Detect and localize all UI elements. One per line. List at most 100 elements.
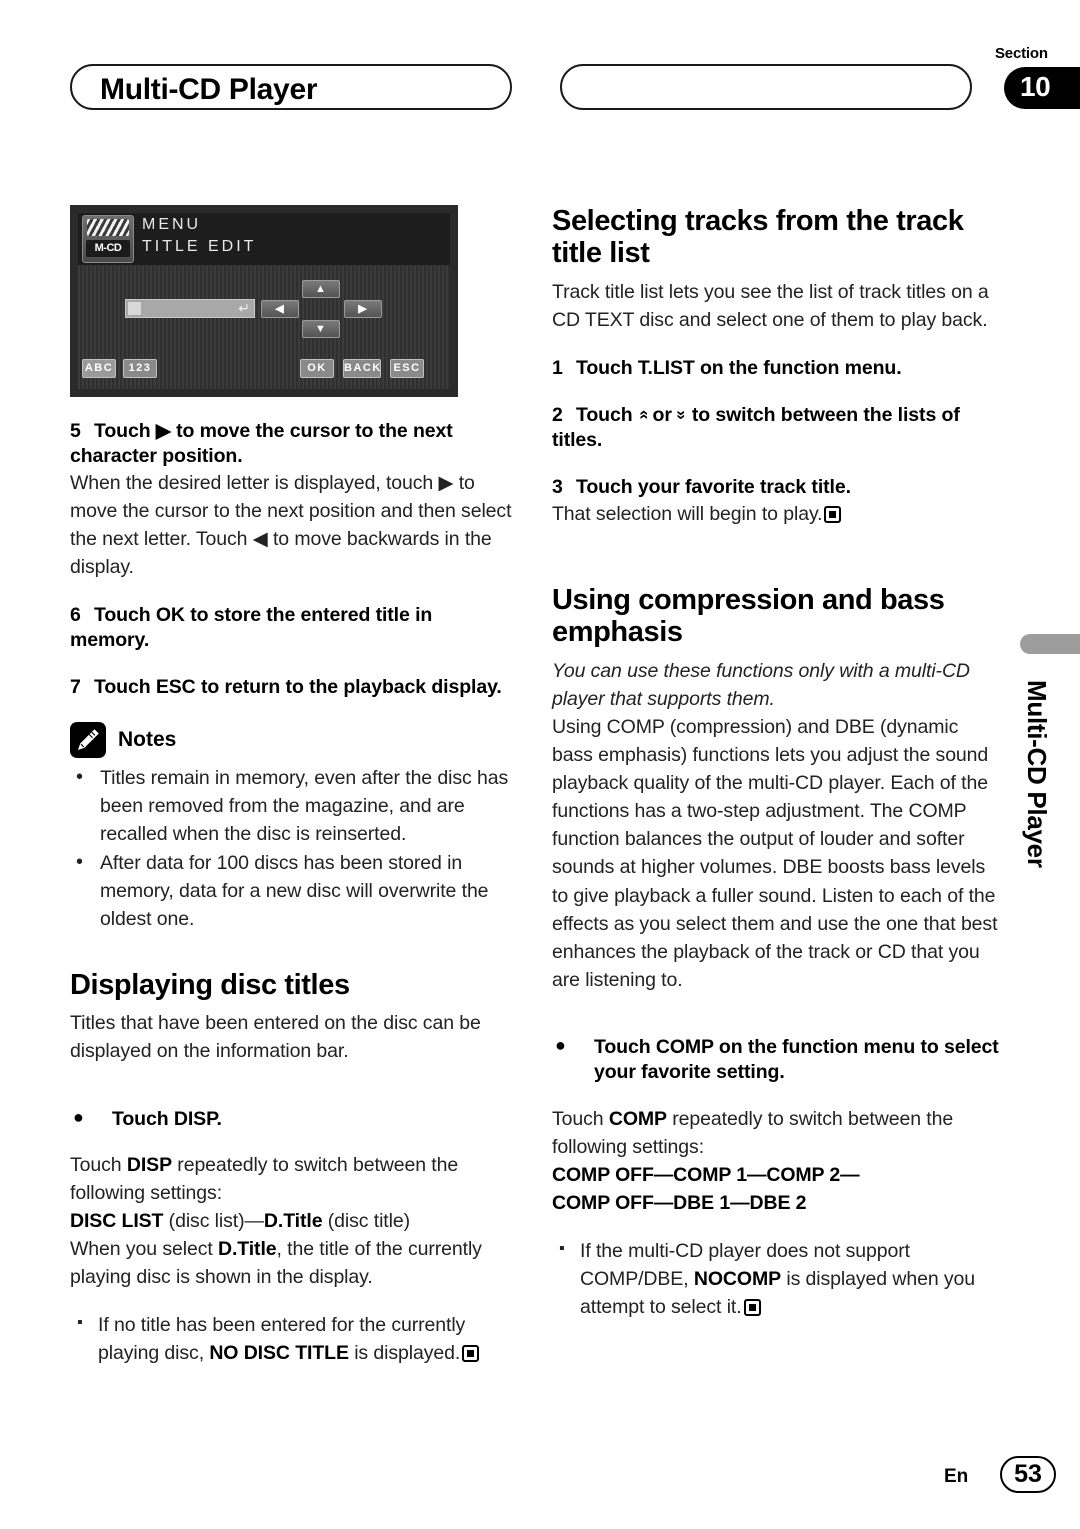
side-tab-bar [1020,634,1080,654]
rc-step-3-body: That selection will begin to play. [552,500,1000,528]
rc-step-3-number: 3 [552,475,563,498]
section-label: Section [995,45,1048,62]
lcd-logo-label: M-CD [86,240,130,257]
lcd-cursor [128,302,141,315]
multi-cd-logo-icon: M-CD [82,215,134,263]
running-head-pill [560,64,972,110]
no-disc-text-b: is displayed. [348,1342,461,1365]
end-of-section-mark [462,1345,480,1363]
lcd-top-bar: M-CD MENU TITLE EDIT [78,213,450,265]
disc-list-plain-a: (disc list)— [163,1210,264,1233]
d-title-explanation: When you select D.Title, the title of th… [70,1235,512,1291]
play-right-icon: ▶ [438,471,454,494]
notes-list: Titles remain in memory, even after the … [70,763,512,933]
compression-heading: Using compression and bass emphasis [552,583,945,649]
disc-list-settings: DISC LIST (disc list)—D.Title (disc titl… [70,1207,512,1235]
lcd-esc-button[interactable]: ESC [390,359,424,378]
nocomp-note: If the multi-CD player does not support … [552,1237,1000,1321]
lcd-menu-label: MENU [142,216,202,233]
rc-step-3-body-text: That selection will begin to play. [552,502,823,525]
play-left-icon: ◀ [252,528,268,551]
chapter-title-pill: Multi-CD Player [70,64,512,110]
touch-disp-step: Touch DISP. [70,1106,512,1132]
enter-icon: ↵ [238,300,250,316]
step-5-number: 5 [70,420,81,442]
rc-step-1-title: 1 Touch T.LIST on the function menu. [552,356,1000,381]
lcd-123-button[interactable]: 123 [123,359,157,378]
displaying-disc-titles-heading: Displaying disc titles [70,968,350,1001]
touch-comp-body: Touch COMP repeatedly to switch between … [552,1105,1000,1161]
page-number: 53 [1000,1456,1056,1493]
notes-header: Notes [70,722,512,759]
d-title-keyword-2: D.Title [217,1238,277,1261]
disp-text-a: Touch [70,1154,127,1177]
comp-text-a: Touch [552,1107,609,1130]
left-column: M-CD MENU TITLE EDIT ↵ ◀ ▶ ▲ ▼ ABC 123 O… [70,205,512,1387]
rc-step-2-number: 2 [552,404,563,427]
right-column: Selecting tracks from the track title li… [552,205,1000,1340]
nocomp-keyword: NOCOMP [693,1267,782,1290]
comp-settings-line-1: COMP OFF—COMP 1—COMP 2— [552,1163,860,1186]
notes-label: Notes [118,728,177,752]
chapter-title: Multi-CD Player [100,73,318,106]
list-item: After data for 100 discs has been stored… [70,848,512,933]
rc-step-2-title: 2 Touch » or » to switch between the list… [552,403,1000,453]
disc-list-keyword: DISC LIST [70,1210,164,1233]
rc-step-3-text: Touch your favorite track title. [576,475,851,498]
double-chevron-down-icon: » [672,410,692,420]
lcd-arrow-right-button[interactable]: ▶ [344,300,382,318]
lcd-abc-button[interactable]: ABC [82,359,116,378]
lcd-arrow-left-button[interactable]: ◀ [261,300,299,318]
lcd-arrow-down-button[interactable]: ▼ [302,320,340,338]
d-title-text-a: When you select [70,1238,218,1261]
step-5-body-a: When the desired letter is displayed, to… [70,471,439,494]
no-disc-title-keyword: NO DISC TITLE [209,1342,349,1365]
selecting-tracks-heading: Selecting tracks from the track title li… [552,205,964,270]
step-6-title: 6 Touch OK to store the entered title in … [70,603,512,653]
double-chevron-up-icon: » [632,410,652,420]
lcd-back-button[interactable]: BACK [343,359,381,378]
pencil-icon [70,722,106,759]
step-6-number: 6 [70,604,81,627]
comp-keyword: COMP [608,1107,667,1130]
disp-keyword: DISP [126,1154,172,1177]
compression-body: Using COMP (compression) and DBE (dynami… [552,716,998,991]
end-of-section-mark [743,1298,761,1316]
step-7-text: Touch ESC to return to the playback disp… [94,676,502,699]
lcd-display-figure: M-CD MENU TITLE EDIT ↵ ◀ ▶ ▲ ▼ ABC 123 O… [70,205,458,397]
selecting-tracks-intro: Track title list lets you see the list o… [552,280,989,332]
play-right-icon: ▶ [155,420,171,442]
page-header: Multi-CD Player Section 10 [0,45,1080,120]
lcd-screen-title: TITLE EDIT [142,238,257,255]
lcd-arrow-up-button[interactable]: ▲ [302,280,340,298]
touch-disp-body: Touch DISP repeatedly to switch between … [70,1151,512,1207]
touch-comp-step: Touch COMP on the function menu to selec… [552,1034,1000,1085]
no-disc-title-note: If no title has been entered for the cur… [70,1311,512,1367]
list-item: Titles remain in memory, even after the … [70,763,512,848]
step-7-title: 7 Touch ESC to return to the playback dis… [70,675,512,700]
end-of-section-mark [824,505,842,523]
step-5-body: When the desired letter is displayed, to… [70,469,512,581]
side-tab-label: Multi-CD Player [1022,680,1052,868]
lcd-screen: M-CD MENU TITLE EDIT ↵ ◀ ▶ ▲ ▼ ABC 123 O… [78,213,450,389]
footer-language: En [944,1466,969,1487]
comp-settings-line-2: COMP OFF—DBE 1—DBE 2 [552,1192,807,1214]
compression-italic-note: You can use these functions only with a … [552,659,970,710]
section-number: 10 [1020,71,1051,102]
rc-step-3-title: 3 Touch your favorite track title. [552,475,1000,500]
rc-step-1-text: Touch T.LIST on the function menu. [576,357,902,380]
lcd-title-input[interactable]: ↵ [125,299,255,318]
d-title-keyword: D.Title [263,1210,323,1233]
disc-list-plain-b: (disc title) [322,1210,410,1233]
step-5-title: 5 Touch ▶ to move the cursor to the next … [70,419,512,469]
rc-step-1-number: 1 [552,357,563,380]
pencil-glyph [78,729,99,751]
step-7-number: 7 [70,676,81,699]
section-number-badge: 10 [1004,67,1080,109]
step-6-text: Touch OK to store the entered title in m… [70,604,433,652]
rc-step-2-text-a: Touch [576,404,638,427]
disc-stripes-icon [87,219,129,236]
lcd-ok-button[interactable]: OK [300,359,334,378]
step-5-text-a: Touch [94,420,156,442]
displaying-disc-titles-intro: Titles that have been entered on the dis… [70,1012,481,1063]
